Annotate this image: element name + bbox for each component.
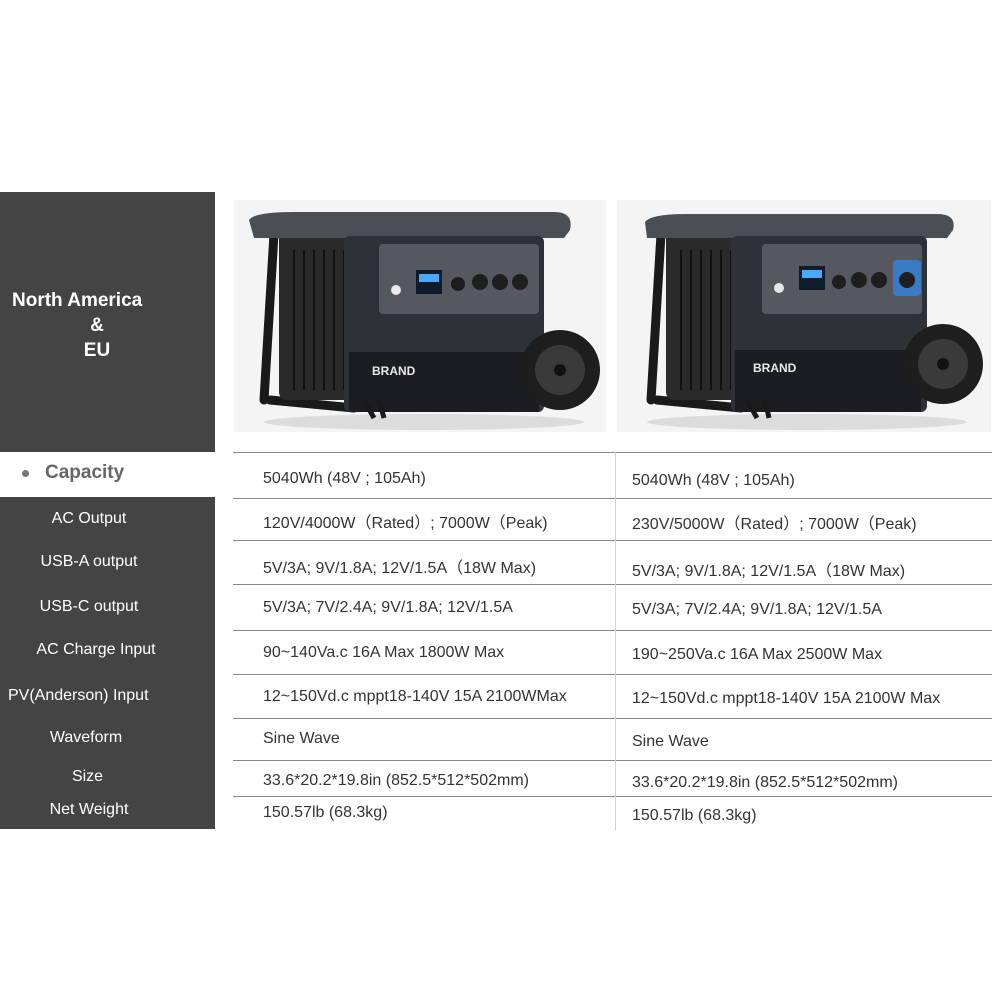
eu-usb-c: 5V/3A; 7V/2.4A; 9V/1.8A; 12V/1.5A — [632, 601, 882, 618]
na-capacity: 5040Wh (48V ; 105Ah) — [263, 470, 426, 487]
region-line-1: North America — [12, 290, 143, 311]
table-divider — [233, 674, 992, 675]
column-divider — [615, 452, 616, 830]
label-ac-charge-input: AC Charge Input — [36, 641, 156, 658]
label-usb-c-output: USB-C output — [39, 598, 139, 615]
table-divider — [233, 630, 992, 631]
brand-label-na: BRAND — [372, 364, 416, 378]
na-size: 33.6*20.2*19.8in (852.5*512*502mm) — [263, 772, 529, 789]
table-divider — [233, 452, 992, 453]
label-usb-a-output: USB-A output — [40, 553, 138, 570]
na-ac-output: 120V/4000W（Rated）; 7000W（Peak) — [263, 515, 548, 532]
label-waveform: Waveform — [49, 729, 123, 746]
brand-label-eu: BRAND — [753, 361, 797, 375]
eu-size: 33.6*20.2*19.8in (852.5*512*502mm) — [632, 774, 898, 791]
table-divider — [233, 498, 992, 499]
na-ac-charge: 90~140Va.c 16A Max 1800W Max — [263, 644, 505, 661]
region-line-2: & — [90, 315, 104, 336]
label-size: Size — [71, 768, 104, 785]
table-divider — [233, 584, 992, 585]
eu-pv-input: 12~150Vd.c mppt18-140V 15A 2100W Max — [632, 690, 941, 707]
eu-net-weight: 150.57lb (68.3kg) — [632, 807, 757, 824]
na-pv-input: 12~150Vd.c mppt18-140V 15A 2100WMax — [263, 688, 567, 705]
label-net-weight: Net Weight — [49, 801, 129, 818]
region-line-3: EU — [83, 340, 111, 361]
label-ac-output: AC Output — [51, 510, 127, 527]
table-divider — [233, 540, 992, 541]
eu-ac-charge: 190~250Va.c 16A Max 2500W Max — [632, 646, 883, 663]
region-title: North America & EU — [12, 288, 182, 363]
na-waveform: Sine Wave — [263, 730, 340, 747]
na-usb-c: 5V/3A; 7V/2.4A; 9V/1.8A; 12V/1.5A — [263, 599, 513, 616]
eu-waveform: Sine Wave — [632, 733, 709, 750]
bullet-icon — [22, 470, 29, 477]
product-image-eu: BRAND — [617, 200, 991, 432]
product-image-north-america: BRAND — [234, 200, 606, 432]
eu-capacity: 5040Wh (48V ; 105Ah) — [632, 472, 795, 489]
table-divider — [233, 760, 992, 761]
eu-ac-output: 230V/5000W（Rated）; 7000W（Peak) — [632, 516, 917, 533]
table-divider — [233, 718, 992, 719]
na-usb-a: 5V/3A; 9V/1.8A; 12V/1.5A（18W Max) — [263, 560, 537, 577]
na-net-weight: 150.57lb (68.3kg) — [263, 804, 388, 821]
table-divider — [233, 796, 992, 797]
label-pv-input: PV(Anderson) Input — [8, 687, 149, 704]
eu-usb-a: 5V/3A; 9V/1.8A; 12V/1.5A（18W Max) — [632, 563, 906, 580]
capacity-label: Capacity — [45, 462, 125, 483]
